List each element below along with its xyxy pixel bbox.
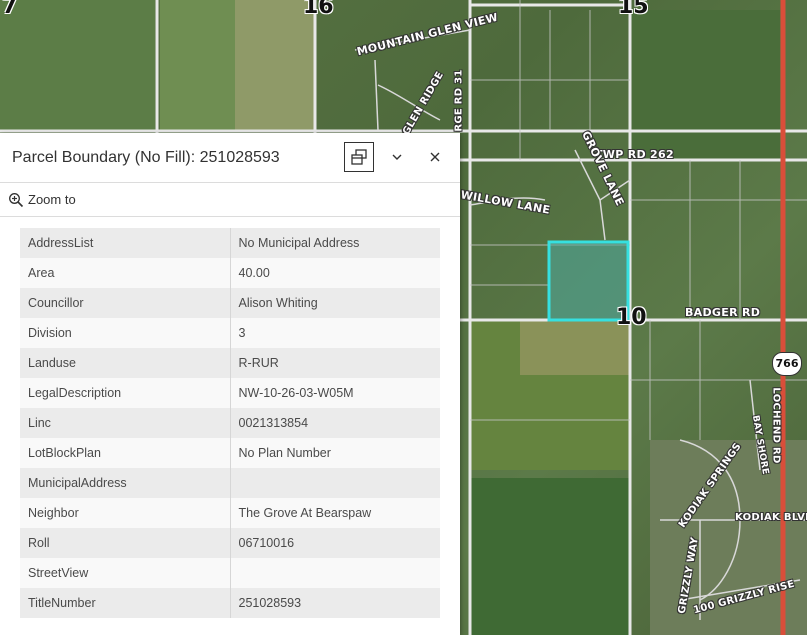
- highway-shield: 766: [772, 352, 802, 376]
- popup-header-actions: [344, 142, 450, 172]
- attribute-row: Division 3: [20, 318, 440, 348]
- attribute-value: NW-10-26-03-W05M: [230, 378, 440, 408]
- feature-popup: Parcel Boundary (No Fill): 251028593 Zoo…: [0, 133, 460, 635]
- section-number-10: 10: [616, 305, 647, 330]
- attribute-field: Area: [20, 258, 231, 288]
- attribute-row: AddressList No Municipal Address: [20, 228, 440, 258]
- attribute-value: No Plan Number: [230, 438, 440, 468]
- attribute-row: TitleNumber 251028593: [20, 588, 440, 618]
- attribute-field: AddressList: [20, 228, 231, 258]
- attribute-field: Roll: [20, 528, 231, 558]
- field-patch: [235, 0, 315, 130]
- road-label-lochend-rd: LOCHEND RD: [770, 387, 782, 464]
- attribute-row: Neighbor The Grove At Bearspaw: [20, 498, 440, 528]
- collapse-button[interactable]: [382, 142, 412, 172]
- dock-button[interactable]: [344, 142, 374, 172]
- popup-header: Parcel Boundary (No Fill): 251028593: [0, 133, 460, 182]
- attribute-field: Neighbor: [20, 498, 231, 528]
- zoom-to-label: Zoom to: [28, 192, 76, 207]
- section-number-15: 15: [618, 0, 649, 19]
- attribute-row: LotBlockPlan No Plan Number: [20, 438, 440, 468]
- attribute-field: StreetView: [20, 558, 231, 588]
- attribute-row: Linc 0021313854: [20, 408, 440, 438]
- attribute-field: Division: [20, 318, 231, 348]
- attribute-field: MunicipalAddress: [20, 468, 231, 498]
- attribute-value: [230, 558, 440, 588]
- close-icon: [430, 152, 440, 162]
- attribute-row: LegalDescription NW-10-26-03-W05M: [20, 378, 440, 408]
- attribute-row: StreetView: [20, 558, 440, 588]
- attribute-field: LotBlockPlan: [20, 438, 231, 468]
- attribute-field: TitleNumber: [20, 588, 231, 618]
- road-label-twp-rd-262: TWP RD 262: [595, 148, 674, 161]
- attribute-field: Landuse: [20, 348, 231, 378]
- field-patch: [630, 10, 780, 160]
- attribute-value: 0021313854: [230, 408, 440, 438]
- attribute-row: MunicipalAddress: [20, 468, 440, 498]
- attribute-row: Landuse R-RUR: [20, 348, 440, 378]
- section-number-7: 7: [2, 0, 18, 19]
- popup-actions-bar: Zoom to: [0, 182, 460, 217]
- attribute-value: 40.00: [230, 258, 440, 288]
- zoom-in-icon: [9, 192, 24, 207]
- road-label-kodiak-blvd: KODIAK BLVD: [735, 512, 807, 523]
- attribute-field: Linc: [20, 408, 231, 438]
- road-label-rge-rd-31: RGE RD 31: [453, 69, 465, 132]
- attribute-field: Councillor: [20, 288, 231, 318]
- attribute-value: No Municipal Address: [230, 228, 440, 258]
- dock-icon: [351, 149, 367, 165]
- attribute-row: Roll 06710016: [20, 528, 440, 558]
- road-label-badger-rd: BADGER RD: [685, 306, 761, 319]
- field-patch: [470, 478, 630, 635]
- attribute-field: LegalDescription: [20, 378, 231, 408]
- attribute-table: AddressList No Municipal Address Area 40.00…: [20, 228, 440, 618]
- attribute-row: Area 40.00: [20, 258, 440, 288]
- attribute-value: 3: [230, 318, 440, 348]
- popup-title: Parcel Boundary (No Fill): 251028593: [12, 148, 280, 166]
- zoom-to-button[interactable]: Zoom to: [8, 192, 76, 208]
- attribute-value: R-RUR: [230, 348, 440, 378]
- close-button[interactable]: [420, 142, 450, 172]
- field-patch: [160, 0, 235, 130]
- field-patch: [520, 320, 630, 375]
- attribute-value: 251028593: [230, 588, 440, 618]
- chevron-down-icon: [392, 154, 402, 160]
- attribute-value: The Grove At Bearspaw: [230, 498, 440, 528]
- section-number-16: 16: [303, 0, 334, 19]
- attribute-value: Alison Whiting: [230, 288, 440, 318]
- attribute-value: 06710016: [230, 528, 440, 558]
- attribute-value: [230, 468, 440, 498]
- attribute-row: Councillor Alison Whiting: [20, 288, 440, 318]
- field-patch: [0, 0, 155, 130]
